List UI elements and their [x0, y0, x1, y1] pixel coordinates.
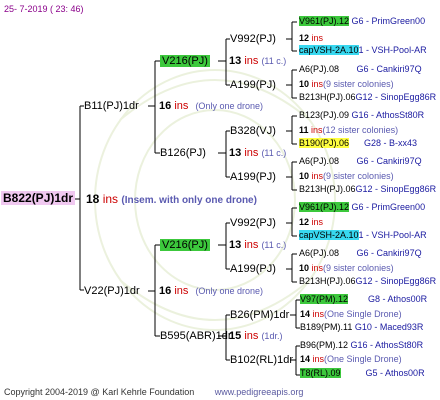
sire-a199-node[interactable]: A199(PJ): [230, 79, 276, 91]
sire-a199-s1[interactable]: A6(PJ).08 G6 - Cankiri97Q: [299, 64, 422, 75]
root-node[interactable]: B822(PJ)1dr: [1, 191, 76, 205]
dam-insem: 16 ins (Only one drone): [159, 285, 263, 297]
dam-node[interactable]: V22(PJ)1dr: [84, 285, 140, 297]
dam-a199-insem: 10 ins(9 sister colonies): [299, 263, 394, 273]
sire-v992-node[interactable]: V992(PJ): [230, 33, 276, 45]
dam-b102-s1[interactable]: B96(PM).12 G16 - AthosSt80R: [300, 340, 423, 351]
dam-a199-node[interactable]: A199(PJ): [230, 263, 276, 275]
sire-b328-s1[interactable]: B123(PJ).09 G16 - AthosSt80R: [299, 110, 424, 121]
root-unit: ins: [102, 192, 119, 206]
dam-b26-node[interactable]: B26(PM)1dr: [230, 309, 289, 321]
dam-b26-insem: 14 ins(One Single Drone): [300, 309, 402, 319]
sire-v992-s1[interactable]: V961(PJ).12 G6 - PrimGreen00: [299, 16, 425, 27]
sire-a199-s2[interactable]: B213H(PJ).06G12 - SinopEgg86R: [299, 92, 436, 103]
sire-gs-b-node[interactable]: B126(PJ): [160, 147, 206, 159]
sire-b328-insem: 11 ins(12 sister colonies): [299, 125, 399, 135]
dam-gs-a-insem: 13 ins (11 c.): [229, 239, 287, 251]
dam-a199-s2[interactable]: B213H(PJ).06G12 - SinopEgg86R: [299, 276, 436, 287]
dam-gs-a-node[interactable]: V216(PJ): [160, 239, 210, 251]
root-count: 18: [86, 192, 100, 206]
sire-b-a199-node[interactable]: A199(PJ): [230, 171, 276, 183]
date-stamp: 25- 7-2019 ( 23: 46): [4, 4, 84, 14]
sire-a199-insem: 10 ins(9 sister colonies): [299, 79, 394, 89]
sire-node[interactable]: B11(PJ)1dr: [84, 100, 139, 112]
sire-v992-s2[interactable]: capVSH-2A.101 - VSH-Pool-AR: [299, 45, 427, 56]
root-note: (Insem. with only one drone): [121, 195, 257, 206]
sire-b328-s2[interactable]: B190(PJ).06 G28 - B-xx43: [299, 138, 417, 149]
dam-b26-s2[interactable]: B189(PM).11 G10 - Maced93R: [300, 322, 423, 333]
dam-b26-s1[interactable]: V97(PM).12 G8 - Athos00R: [300, 294, 427, 305]
copyright: Copyright 2004-2019 @ Karl Kehrle Founda…: [4, 387, 304, 397]
sire-b-a199-insem: 10 ins(9 sister colonies): [299, 171, 394, 181]
sire-b-a199-s2[interactable]: B213H(PJ).06G12 - SinopEgg86R: [299, 184, 436, 195]
sire-b-a199-s1[interactable]: A6(PJ).08 G6 - Cankiri97Q: [299, 156, 422, 167]
sire-b328-node[interactable]: B328(VJ): [230, 125, 276, 137]
sire-insem: 16 ins (Only one drone): [159, 100, 263, 112]
dam-v992-s2[interactable]: capVSH-2A.101 - VSH-Pool-AR: [299, 230, 427, 241]
dam-v992-s1[interactable]: V961(PJ).12 G6 - PrimGreen00: [299, 202, 425, 213]
dam-a199-s1[interactable]: A6(PJ).08 G6 - Cankiri97Q: [299, 248, 422, 259]
site-link[interactable]: www.pedigreeapis.org: [215, 387, 304, 397]
root-insem: 18 ins (Insem. with only one drone): [86, 193, 257, 207]
dam-b102-node[interactable]: B102(RL)1dr: [230, 354, 293, 366]
dam-gs-b-insem: 15 ins (1dr.): [229, 330, 283, 342]
root-label: B822(PJ)1dr: [1, 191, 76, 205]
dam-v992-insem: 12 ins: [299, 217, 324, 227]
dam-v992-node[interactable]: V992(PJ): [230, 217, 276, 229]
dam-b102-insem: 14 ins(One Single Drone): [300, 354, 402, 364]
sire-gs-b-insem: 13 ins (11 c.): [229, 147, 287, 159]
dam-b102-s2[interactable]: T8(RL).09 G5 - Athos00R: [300, 368, 425, 379]
sire-gs-a-node[interactable]: V216(PJ): [160, 55, 210, 67]
sire-v992-insem: 12 ins: [299, 33, 324, 43]
dam-gs-b-node[interactable]: B595(ABR)1dr: [160, 330, 232, 342]
sire-gs-a-insem: 13 ins (11 c.): [229, 55, 287, 67]
